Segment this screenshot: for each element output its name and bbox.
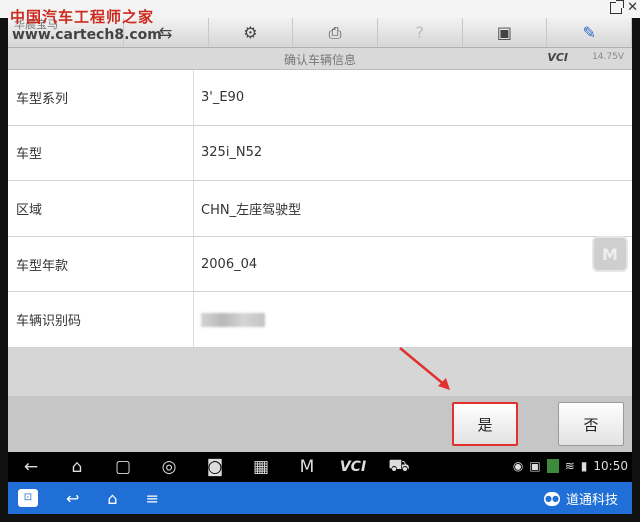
- status-area: ◉ ▣ ≋ ▮ 10:50: [513, 459, 628, 473]
- yes-button[interactable]: 是: [452, 402, 518, 446]
- row-value: 325i_N52: [201, 145, 263, 161]
- row-label: 车辆识别码: [8, 292, 194, 347]
- row-value: CHN_左座驾驶型: [201, 202, 302, 218]
- vin-redaction: [201, 312, 265, 327]
- eye-icon: ◉: [512, 459, 524, 473]
- empty-panel: [8, 348, 632, 396]
- download-icon: [546, 459, 559, 473]
- pencil-icon: ✎: [582, 23, 596, 42]
- save-button[interactable]: ▣: [463, 18, 548, 47]
- android-navigation-bar: ← ⌂ ▢ ◎ ◙ ▦ M VCI ⛟ ◉ ▣ ≋ ▮ 10:50: [8, 452, 632, 482]
- printer-icon: ⎙: [328, 22, 342, 42]
- external-link-icon[interactable]: [610, 0, 624, 14]
- close-icon[interactable]: ✕: [627, 0, 638, 16]
- watermark-text: 中国汽车工程师之家: [10, 8, 155, 26]
- watermark-url: www.cartech8.com: [12, 27, 162, 43]
- page-title: 确认车辆信息: [283, 53, 356, 67]
- save-icon: ▣: [496, 23, 513, 42]
- table-row: 车型年款 2006_04: [8, 236, 632, 293]
- window-icon: ▣: [529, 459, 541, 473]
- no-button[interactable]: 否: [558, 402, 624, 446]
- floating-menu-button[interactable]: M: [592, 236, 628, 272]
- settings-button[interactable]: ⚙: [209, 18, 294, 47]
- browser-icon[interactable]: ◎: [146, 457, 192, 477]
- vehicle-info-table: 车型系列 3'_E90 车型 325i_N52 区域 CHN_左座驾驶型 车型年…: [8, 70, 632, 348]
- brand-badge: ●● 道通科技: [543, 489, 618, 508]
- vci-icon[interactable]: VCI: [330, 459, 376, 475]
- recent-apps-icon[interactable]: ▢: [100, 457, 146, 477]
- row-value: 2006_04: [201, 256, 258, 272]
- title-bar: 确认车辆信息 VCI 14.75V: [8, 48, 632, 70]
- bottom-nav-bar: ⊡ ↩ ⌂ ≡ ●● 道通科技: [8, 482, 632, 514]
- media-icon[interactable]: ▦: [238, 457, 284, 477]
- back-icon[interactable]: ←: [8, 457, 54, 477]
- app-switcher-icon[interactable]: ⊡: [18, 489, 38, 507]
- home-outline-icon[interactable]: ⌂: [107, 489, 117, 508]
- maxisys-icon[interactable]: M: [284, 457, 330, 477]
- back-arrow-icon[interactable]: ↩: [66, 489, 79, 508]
- annotation-arrow: [399, 347, 450, 390]
- table-row: 车型 325i_N52: [8, 125, 632, 182]
- menu-icon[interactable]: ≡: [146, 489, 159, 508]
- row-label: 车型系列: [8, 70, 194, 125]
- row-label: 车型年款: [8, 236, 194, 292]
- edit-button[interactable]: ✎: [547, 18, 633, 47]
- brand-name: 道通科技: [565, 493, 618, 508]
- help-icon: ?: [415, 23, 425, 42]
- row-label: 车型: [8, 125, 194, 181]
- action-bar: 是 否: [8, 396, 632, 452]
- row-value-redacted: [194, 312, 265, 327]
- table-row: 区域 CHN_左座驾驶型: [8, 181, 632, 237]
- home-icon[interactable]: ⌂: [54, 457, 100, 477]
- row-value: 3'_E90: [201, 89, 245, 105]
- camera-icon[interactable]: ◙: [192, 457, 238, 477]
- clock-time: 10:50: [593, 459, 628, 473]
- battery-voltage: 14.75V: [592, 52, 624, 62]
- vci-badge: VCI: [547, 51, 568, 64]
- gear-icon: ⚙: [243, 23, 258, 42]
- table-row: 车辆识别码: [8, 292, 632, 348]
- row-label: 区域: [8, 181, 194, 236]
- help-button[interactable]: ?: [378, 18, 463, 47]
- print-button[interactable]: ⎙: [293, 18, 378, 47]
- battery-icon: ▮: [580, 459, 588, 473]
- wifi-icon: ≋: [564, 459, 575, 473]
- wechat-icon: ●●: [543, 491, 560, 506]
- car-icon[interactable]: ⛟: [376, 456, 422, 478]
- table-row: 车型系列 3'_E90: [8, 70, 632, 126]
